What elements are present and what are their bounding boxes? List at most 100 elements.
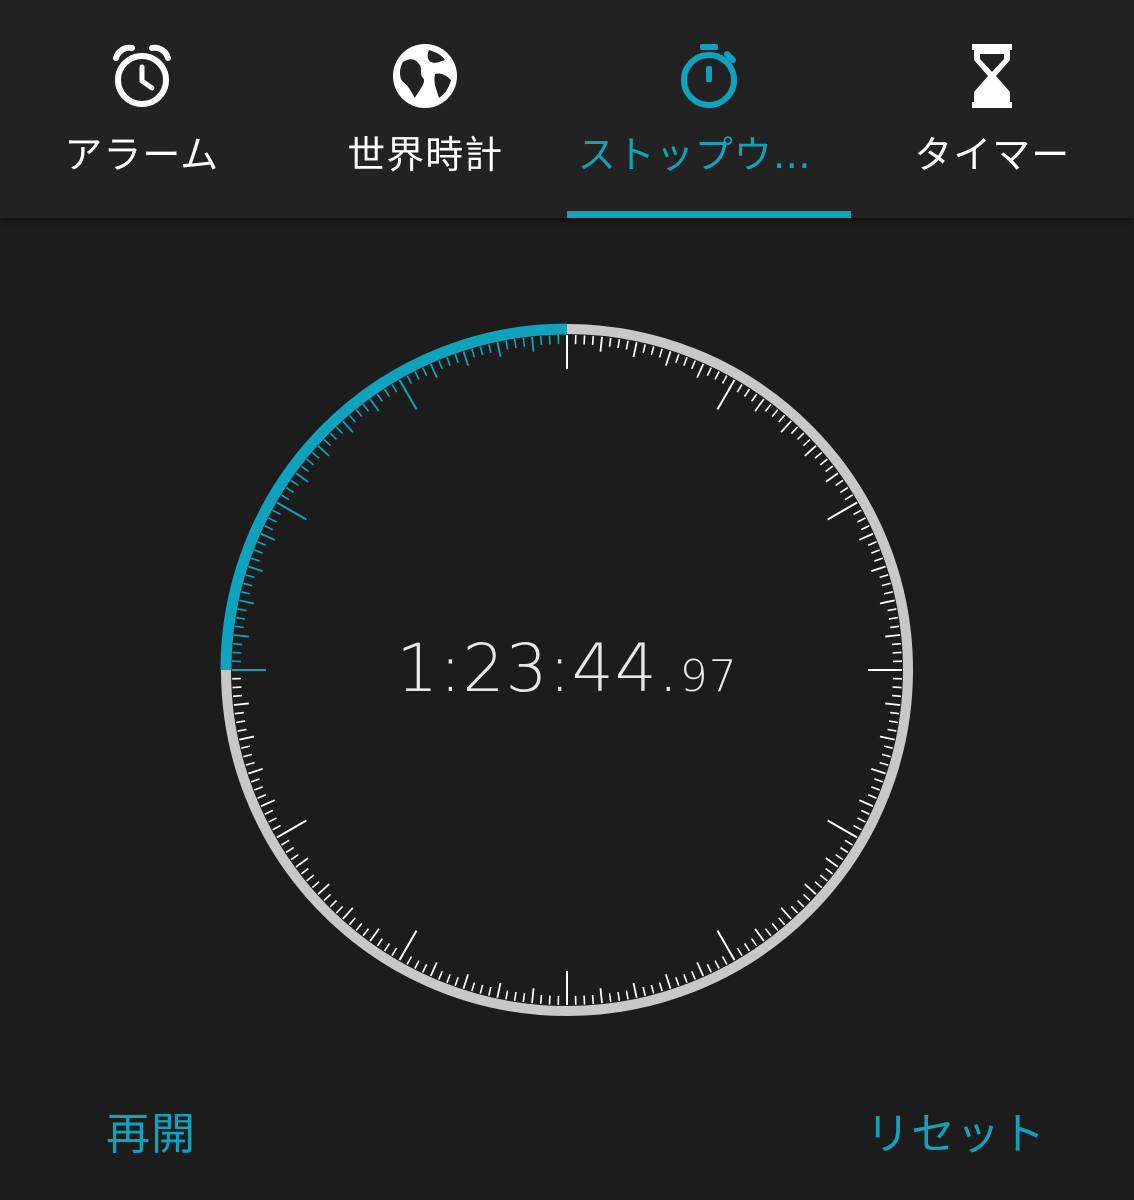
dial-tick <box>268 517 277 523</box>
dial-tick <box>691 970 696 980</box>
dial-tick <box>531 336 535 352</box>
dial-tick <box>796 432 805 441</box>
dial-tick <box>599 336 603 352</box>
dial-tick <box>323 893 332 902</box>
elapsed-time: 1:23:44.97 <box>217 630 917 707</box>
dial-tick <box>835 853 844 861</box>
dial-tick <box>591 994 595 1005</box>
dial-tick <box>471 982 476 992</box>
tab-label: ストップウォ… <box>577 133 840 177</box>
dial-tick <box>253 786 263 791</box>
dial-tick <box>608 337 612 347</box>
dial-tick <box>348 414 356 423</box>
tab-stopwatch[interactable]: ストップウォ… <box>567 0 851 218</box>
dial-tick <box>268 817 277 823</box>
dial-tick <box>867 541 877 546</box>
dial-tick <box>736 383 743 393</box>
dial-tick <box>778 414 786 423</box>
dial-tick <box>329 432 338 441</box>
dial-tick <box>348 917 356 926</box>
dial-tick <box>513 338 517 349</box>
dial-tick <box>253 549 263 554</box>
dial-tick <box>675 353 680 363</box>
dial-tick <box>890 625 900 629</box>
dial-tick <box>706 367 712 377</box>
dial-tick <box>257 794 267 799</box>
dial-tick <box>398 930 418 961</box>
dial-tick <box>362 403 370 412</box>
dial-tick <box>879 599 895 605</box>
dial-tick <box>234 711 244 715</box>
dial-tick <box>714 371 720 380</box>
dial-tick <box>632 342 638 358</box>
dial-tick <box>881 582 891 587</box>
dial-tick <box>599 988 603 1004</box>
dial-tick <box>764 403 772 412</box>
dial-tick <box>414 960 420 969</box>
elapsed-time-fraction: 97 <box>679 651 738 702</box>
resume-button[interactable]: 再開 <box>106 1098 196 1162</box>
dial-tick <box>260 532 276 541</box>
dial-tick <box>272 509 281 516</box>
dial-tick <box>608 993 612 1003</box>
dial-tick <box>888 720 899 724</box>
dial-tick <box>383 942 391 952</box>
tab-world-clock[interactable]: 世界時計 <box>284 0 568 218</box>
dial-tick <box>479 984 484 994</box>
dial-tick <box>874 557 884 562</box>
stopwatch-screen: アラーム 世界時計 ストップウォ… タイマー 1:23:44.97 再開 リセッ… <box>0 0 1134 1200</box>
dial-tick <box>264 525 274 531</box>
dial-tick <box>311 881 320 889</box>
dial-tick <box>860 525 870 531</box>
dial-tick <box>887 608 897 612</box>
alarm-clock-icon <box>106 40 178 112</box>
dial-tick <box>391 383 398 393</box>
dial-tick <box>300 465 309 473</box>
dial-tick <box>696 363 705 379</box>
dial-tick <box>454 353 459 363</box>
dial-tick <box>429 363 438 379</box>
dial-tick <box>883 745 893 749</box>
dial-tick <box>617 338 621 349</box>
tab-alarm[interactable]: アラーム <box>0 0 284 218</box>
reset-button[interactable]: リセット <box>866 1098 1046 1162</box>
active-tab-indicator <box>567 211 851 218</box>
dial-tick <box>658 982 663 992</box>
dial-tick <box>369 398 380 412</box>
dial-tick <box>883 591 893 595</box>
elapsed-time-main: 1:23:44. <box>396 630 680 707</box>
dial-tick <box>237 608 247 612</box>
dial-tick <box>632 982 638 998</box>
dial-tick <box>245 574 255 579</box>
dial-tick <box>311 451 320 459</box>
dial-tick <box>778 917 786 926</box>
dial-tick <box>721 956 728 965</box>
dial-tick <box>675 977 680 987</box>
dial-tick <box>825 857 839 868</box>
dial-tick <box>844 494 854 501</box>
dial-tick <box>890 711 900 715</box>
dial-tick <box>479 346 484 356</box>
dial-tick <box>714 960 720 969</box>
dial-tick <box>355 922 363 931</box>
dial-tick <box>721 375 728 384</box>
dial-tick <box>488 344 492 354</box>
dial-tick <box>243 582 253 587</box>
dial-tick <box>355 409 363 418</box>
dial-tick <box>764 928 772 937</box>
dial-tick <box>276 501 307 521</box>
dial-tick <box>642 986 646 996</box>
dial-tick <box>853 509 862 516</box>
dial-tick <box>300 867 309 875</box>
dial-tick <box>539 335 543 346</box>
dial-tick <box>691 360 696 370</box>
dial-tick <box>844 839 854 846</box>
dial-tick <box>853 824 862 831</box>
dial-tick <box>825 472 839 483</box>
dial-tick <box>250 778 260 783</box>
dial-tick <box>488 986 492 996</box>
tab-timer[interactable]: タイマー <box>851 0 1134 218</box>
dial-tick <box>239 599 255 605</box>
dial-tick <box>857 517 866 523</box>
dial-tick <box>317 883 330 895</box>
